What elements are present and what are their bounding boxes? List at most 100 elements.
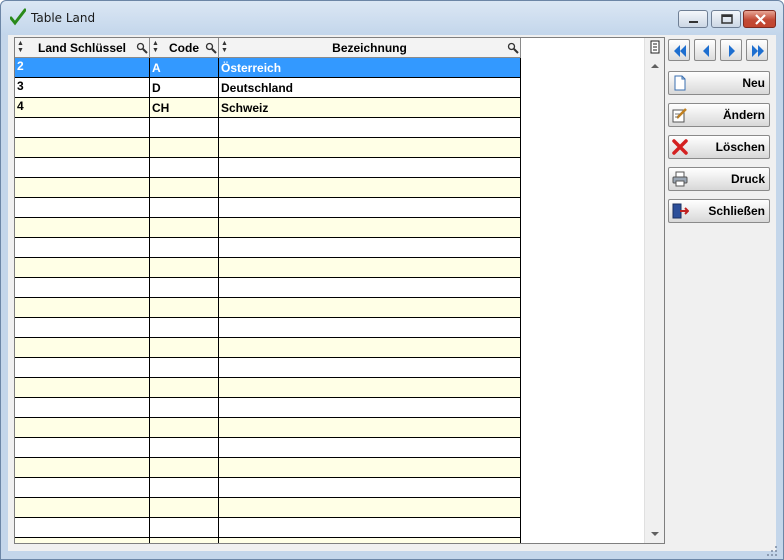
close-window-button[interactable] <box>743 10 776 28</box>
sort-icon[interactable]: ▲ ▼ <box>152 40 159 54</box>
table-row[interactable]: 3 D Deutschland <box>15 78 521 98</box>
cell-code[interactable]: D <box>150 78 219 98</box>
cell-code[interactable] <box>150 418 219 438</box>
table-row[interactable] <box>15 258 521 278</box>
search-icon[interactable] <box>507 42 519 54</box>
cell-description[interactable] <box>219 458 521 478</box>
table-row[interactable] <box>15 158 521 178</box>
cell-land-key[interactable] <box>15 458 150 478</box>
cell-code[interactable] <box>150 158 219 178</box>
table-row[interactable] <box>15 338 521 358</box>
column-header-description[interactable]: ▲ ▼ Bezeichnung <box>219 38 521 58</box>
cell-land-key[interactable] <box>15 198 150 218</box>
cell-description[interactable]: Deutschland <box>219 78 521 98</box>
table-row[interactable] <box>15 238 521 258</box>
cell-code[interactable] <box>150 398 219 418</box>
print-button[interactable]: Druck <box>668 167 770 191</box>
table-row[interactable] <box>15 138 521 158</box>
cell-code[interactable] <box>150 198 219 218</box>
cell-land-key[interactable] <box>15 378 150 398</box>
table-row[interactable] <box>15 398 521 418</box>
last-record-button[interactable] <box>746 39 768 61</box>
cell-description[interactable] <box>219 498 521 518</box>
cell-land-key[interactable] <box>15 178 150 198</box>
cell-description[interactable] <box>219 318 521 338</box>
cell-land-key[interactable]: 4 <box>15 98 150 118</box>
next-record-button[interactable] <box>720 39 742 61</box>
sort-icon[interactable]: ▲ ▼ <box>221 40 228 54</box>
cell-land-key[interactable] <box>15 418 150 438</box>
table-row[interactable]: 4 CH Schweiz <box>15 98 521 118</box>
table-row[interactable] <box>15 498 521 518</box>
cell-code[interactable] <box>150 278 219 298</box>
cell-description[interactable] <box>219 138 521 158</box>
cell-code[interactable] <box>150 298 219 318</box>
cell-code[interactable] <box>150 338 219 358</box>
cell-land-key[interactable] <box>15 398 150 418</box>
cell-description[interactable] <box>219 118 521 138</box>
cell-code[interactable] <box>150 238 219 258</box>
cell-description[interactable] <box>219 358 521 378</box>
table-row[interactable] <box>15 318 521 338</box>
cell-description[interactable] <box>219 538 521 543</box>
cell-description[interactable] <box>219 298 521 318</box>
cell-land-key[interactable]: 3 <box>15 78 150 98</box>
cell-code[interactable] <box>150 538 219 543</box>
column-chooser-icon[interactable] <box>649 40 661 54</box>
cell-code[interactable] <box>150 318 219 338</box>
cell-description[interactable] <box>219 218 521 238</box>
cell-description[interactable] <box>219 418 521 438</box>
cell-land-key[interactable] <box>15 338 150 358</box>
minimize-button[interactable] <box>678 10 708 28</box>
table-row[interactable] <box>15 118 521 138</box>
table-row[interactable] <box>15 438 521 458</box>
cell-description[interactable] <box>219 178 521 198</box>
cell-land-key[interactable] <box>15 118 150 138</box>
cell-code[interactable] <box>150 498 219 518</box>
cell-description[interactable] <box>219 478 521 498</box>
maximize-button[interactable] <box>711 10 741 28</box>
cell-land-key[interactable] <box>15 278 150 298</box>
cell-land-key[interactable] <box>15 298 150 318</box>
scroll-down-icon[interactable] <box>650 530 660 538</box>
table-row[interactable] <box>15 458 521 478</box>
cell-code[interactable] <box>150 438 219 458</box>
column-header-code[interactable]: ▲ ▼ Code <box>150 38 219 58</box>
previous-record-button[interactable] <box>694 39 716 61</box>
edit-button[interactable]: Ändern <box>668 103 770 127</box>
cell-code[interactable] <box>150 218 219 238</box>
cell-land-key[interactable] <box>15 218 150 238</box>
cell-land-key[interactable] <box>15 498 150 518</box>
new-button[interactable]: Neu <box>668 71 770 95</box>
cell-land-key[interactable] <box>15 538 150 543</box>
search-icon[interactable] <box>136 42 148 54</box>
sort-icon[interactable]: ▲ ▼ <box>17 40 24 54</box>
cell-description[interactable] <box>219 338 521 358</box>
column-header-land-key[interactable]: ▲ ▼ Land Schlüssel <box>15 38 150 58</box>
table-row[interactable] <box>15 278 521 298</box>
table-row[interactable] <box>15 178 521 198</box>
cell-land-key[interactable] <box>15 138 150 158</box>
cell-description[interactable]: Schweiz <box>219 98 521 118</box>
cell-land-key[interactable] <box>15 318 150 338</box>
table-row[interactable]: 2 A Österreich <box>15 58 521 78</box>
table-row[interactable] <box>15 478 521 498</box>
cell-code[interactable] <box>150 458 219 478</box>
search-icon[interactable] <box>205 42 217 54</box>
cell-description[interactable]: Österreich <box>219 58 521 78</box>
cell-code[interactable] <box>150 478 219 498</box>
cell-code[interactable] <box>150 378 219 398</box>
cell-code[interactable]: CH <box>150 98 219 118</box>
table-row[interactable] <box>15 198 521 218</box>
cell-code[interactable] <box>150 118 219 138</box>
cell-description[interactable] <box>219 258 521 278</box>
cell-land-key[interactable] <box>15 438 150 458</box>
close-button[interactable]: Schließen <box>668 199 770 223</box>
table-row[interactable] <box>15 538 521 543</box>
cell-land-key[interactable] <box>15 518 150 538</box>
cell-code[interactable] <box>150 138 219 158</box>
cell-description[interactable] <box>219 238 521 258</box>
cell-land-key[interactable] <box>15 358 150 378</box>
cell-code[interactable] <box>150 358 219 378</box>
cell-land-key[interactable]: 2 <box>15 58 150 78</box>
